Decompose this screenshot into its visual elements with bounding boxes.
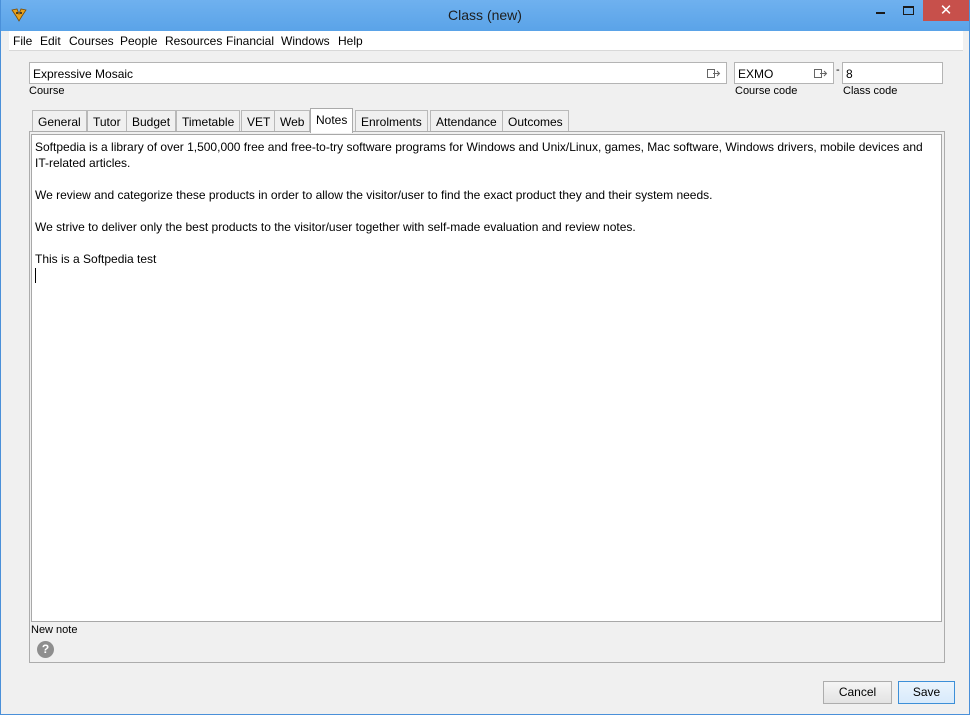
text-caret <box>35 268 36 283</box>
menu-resources[interactable]: Resources <box>165 34 222 48</box>
menu-windows[interactable]: Windows <box>281 34 330 48</box>
lookup-arrow-icon[interactable] <box>707 69 721 78</box>
notes-paragraph: We strive to deliver only the best produ… <box>35 220 636 234</box>
tab-attendance[interactable]: Attendance <box>430 110 503 131</box>
tab-notes[interactable]: Notes <box>310 108 354 133</box>
course-value: Expressive Mosaic <box>33 67 134 81</box>
notes-textarea[interactable]: Softpedia is a library of over 1,500,000… <box>31 134 942 622</box>
notes-paragraph: This is a Softpedia test <box>35 252 157 266</box>
course-field[interactable]: Expressive Mosaic <box>29 62 727 84</box>
tab-outcomes[interactable]: Outcomes <box>502 110 569 131</box>
course-label: Course <box>29 85 65 97</box>
notes-paragraph: Softpedia is a library of over 1,500,000… <box>35 140 923 170</box>
close-icon: ✕ <box>939 2 953 19</box>
course-code-field[interactable]: EXMO <box>734 62 834 84</box>
menu-courses[interactable]: Courses <box>69 34 114 48</box>
minimize-button[interactable] <box>867 0 895 22</box>
class-code-label: Class code <box>843 85 898 97</box>
notes-paragraph: We review and categorize these products … <box>35 188 713 202</box>
help-icon[interactable]: ? <box>37 641 54 658</box>
window-title: Class (new) <box>448 7 522 23</box>
class-code-value: 8 <box>846 67 853 81</box>
tab-web[interactable]: Web <box>274 110 311 131</box>
tab-timetable[interactable]: Timetable <box>176 110 241 131</box>
menu-people[interactable]: People <box>120 34 157 48</box>
tab-vet[interactable]: VET <box>241 110 277 131</box>
tab-enrolments[interactable]: Enrolments <box>355 110 428 131</box>
minimize-icon <box>876 12 885 14</box>
menu-bar: File Edit Courses People Resources Finan… <box>9 31 963 51</box>
tab-budget[interactable]: Budget <box>126 110 177 131</box>
course-code-label: Course code <box>735 85 798 97</box>
new-note-label: New note <box>31 624 78 636</box>
maximize-icon <box>903 6 914 15</box>
window: Class (new) ✕ File Edit Courses People R… <box>0 0 970 715</box>
course-code-value: EXMO <box>738 67 774 81</box>
menu-edit[interactable]: Edit <box>40 34 61 48</box>
menu-help[interactable]: Help <box>338 34 363 48</box>
title-bar[interactable]: Class (new) ✕ <box>1 0 969 31</box>
menu-file[interactable]: File <box>13 34 32 48</box>
cancel-button[interactable]: Cancel <box>823 681 892 704</box>
tab-general[interactable]: General <box>32 110 87 131</box>
menu-financial[interactable]: Financial <box>226 34 274 48</box>
save-button[interactable]: Save <box>898 681 955 704</box>
tab-tutor[interactable]: Tutor <box>87 110 127 131</box>
maximize-button[interactable] <box>895 0 923 22</box>
close-button[interactable]: ✕ <box>923 0 969 21</box>
code-separator: - <box>836 64 840 76</box>
class-code-field[interactable]: 8 <box>842 62 943 84</box>
lookup-arrow-icon[interactable] <box>814 69 828 78</box>
